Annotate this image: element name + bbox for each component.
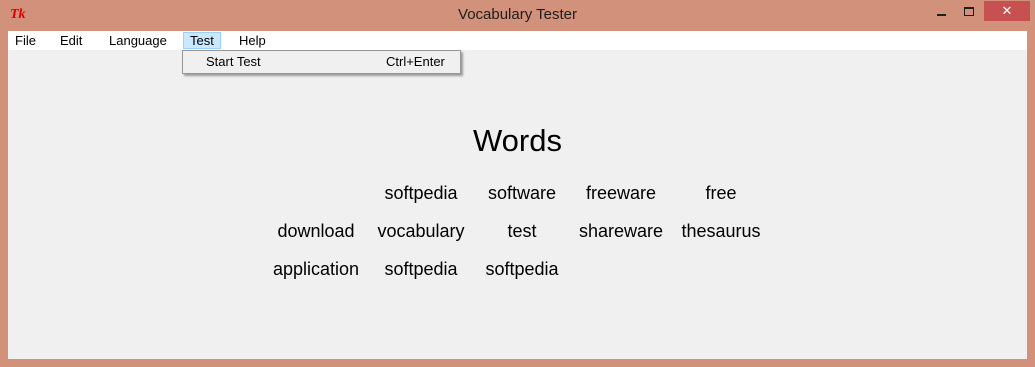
word-label: freeware [585,183,657,203]
word-label: software [487,183,557,203]
tk-feather-icon[interactable]: Tk [10,7,28,23]
words-heading: Words [472,123,562,158]
menu-test[interactable]: Test [183,32,221,49]
test-menu-dropdown: Start Test Ctrl+Enter [182,50,461,74]
maximize-icon [964,6,974,16]
start-test-shortcut: Ctrl+Enter [386,54,445,69]
start-test-label: Start Test [206,54,261,69]
title-bar[interactable]: Tk Vocabulary Tester ✕ [0,0,1035,31]
word-label: download [277,221,355,241]
word-label: vocabulary [377,221,465,241]
word-label: thesaurus [681,221,761,241]
app-window: Tk Vocabulary Tester ✕ File Edit Languag… [0,0,1035,367]
client-area: File Edit Language Test Help Words softp… [8,31,1027,359]
minimize-button[interactable] [928,1,954,21]
menu-language[interactable]: Language [105,32,171,49]
word-label: softpedia [384,183,458,203]
word-label: shareware [578,221,664,241]
menu-help[interactable]: Help [235,32,270,49]
start-test-menu-item[interactable]: Start Test Ctrl+Enter [183,53,460,71]
menu-file[interactable]: File [11,32,40,49]
close-icon: ✕ [1001,3,1013,18]
menu-bar: File Edit Language Test Help [8,31,1027,50]
window-title: Vocabulary Tester [458,6,577,23]
word-label: application [272,259,360,279]
word-label: free [705,183,737,203]
menu-edit[interactable]: Edit [56,32,86,49]
minimize-icon [936,14,946,16]
maximize-button[interactable] [956,1,982,21]
word-label: softpedia [485,259,559,279]
word-label: test [507,221,537,241]
close-button[interactable]: ✕ [984,1,1030,21]
word-label: softpedia [384,259,458,279]
